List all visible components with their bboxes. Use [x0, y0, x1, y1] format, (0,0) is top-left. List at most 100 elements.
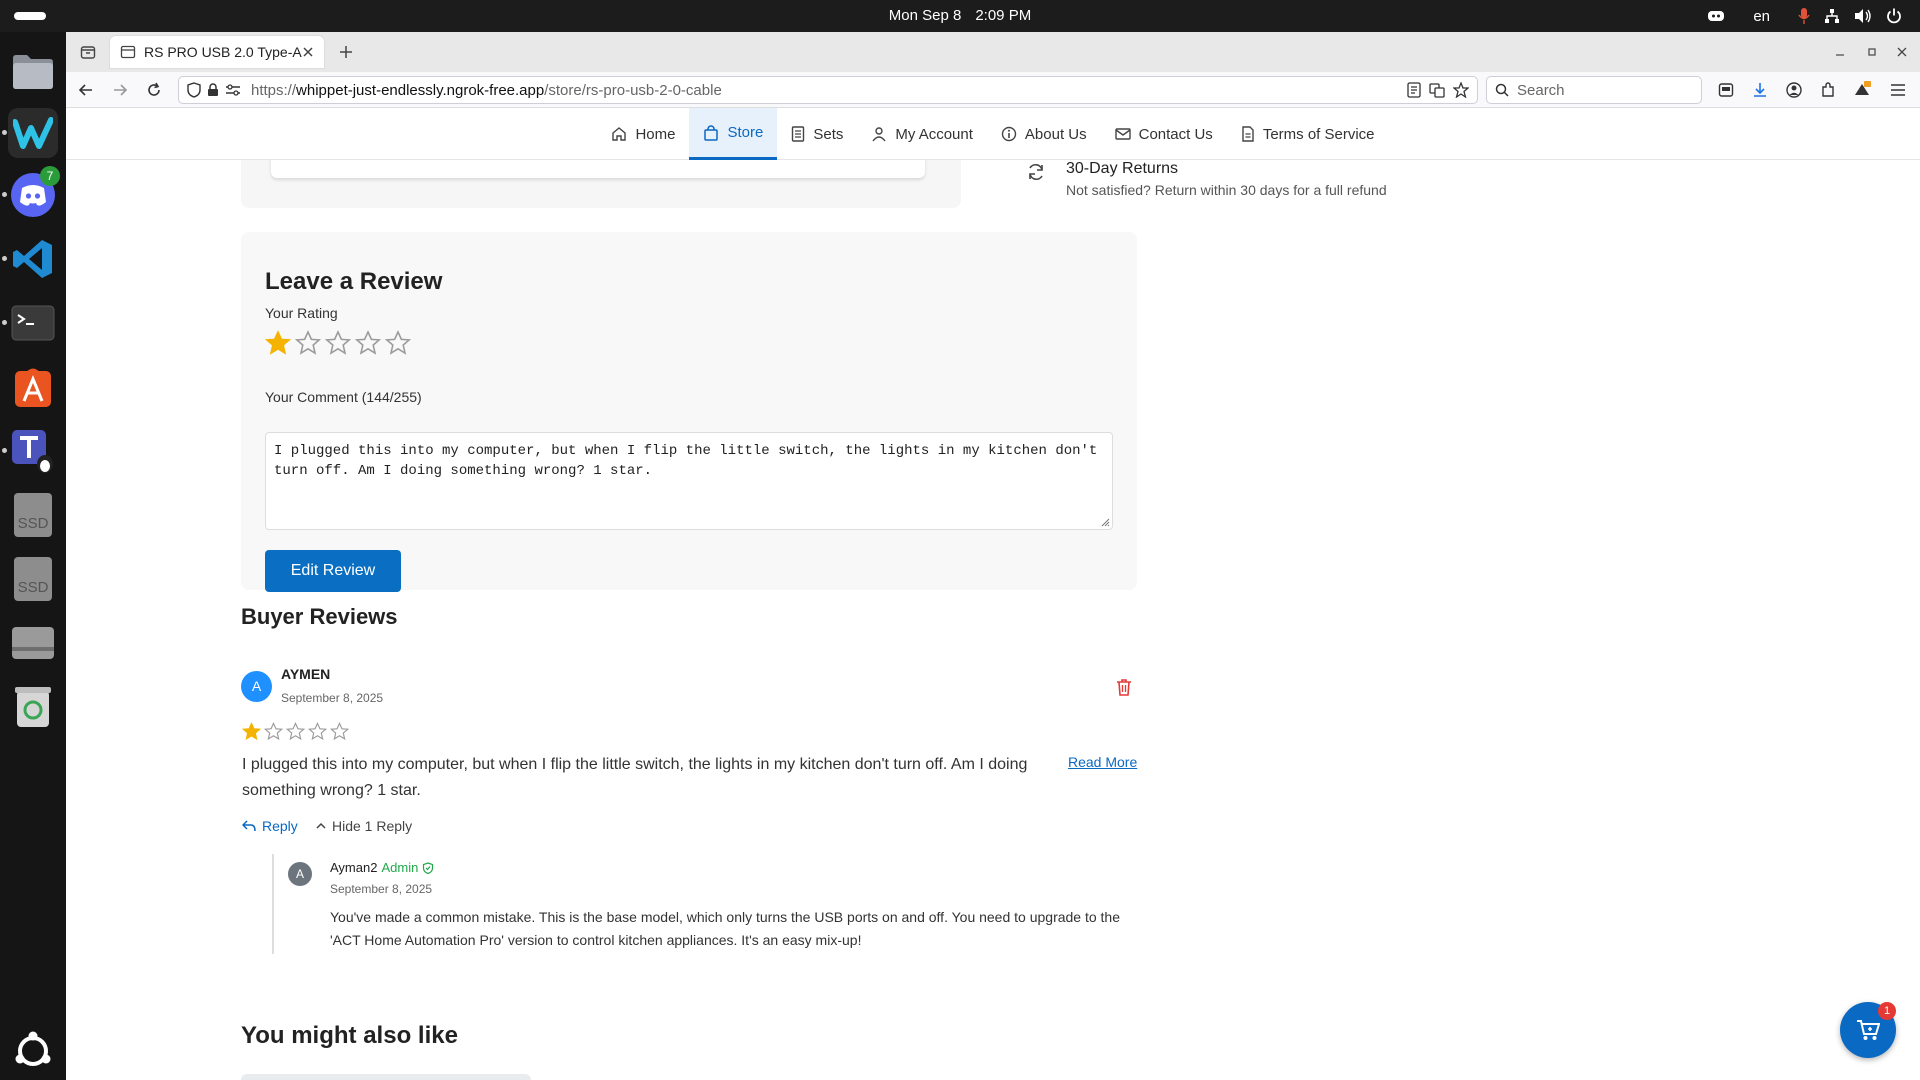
star-empty-icon[interactable] [355, 330, 381, 356]
nav-my-account[interactable]: My Account [857, 108, 987, 160]
reader-view-icon[interactable] [1407, 82, 1421, 98]
bookmark-star-icon[interactable] [1453, 82, 1469, 98]
new-tab-icon[interactable] [336, 42, 356, 62]
review-star-rating [242, 722, 349, 741]
edit-review-button[interactable]: Edit Review [265, 550, 401, 592]
system-clock[interactable]: Mon Sep 8 2:09 PM [0, 0, 1920, 32]
tracking-protection-icon[interactable] [187, 82, 201, 98]
reply-label: Reply [262, 818, 298, 834]
removable-drive-icon[interactable] [8, 618, 58, 668]
network-icon[interactable] [1824, 8, 1840, 24]
returns-title: 30-Day Returns [1066, 160, 1179, 177]
input-language-indicator[interactable]: en [1753, 8, 1770, 25]
discord-tray-icon[interactable] [1707, 9, 1725, 23]
files-app-icon[interactable] [8, 46, 58, 96]
url-path: /store/rs-pro-usb-2-0-cable [544, 81, 722, 99]
ssd-drive-icon[interactable]: SSD [8, 554, 58, 604]
document-list-icon [791, 126, 805, 142]
discord-notification-badge: 7 [40, 166, 60, 186]
page-favicon-icon [120, 44, 136, 60]
reply-author-avatar: A [288, 862, 312, 886]
lock-icon[interactable] [207, 83, 219, 97]
cart-button[interactable]: 1 [1840, 1002, 1896, 1058]
site-permissions-icon[interactable] [225, 83, 241, 97]
extensions-icon[interactable] [1818, 80, 1838, 100]
document-icon [1241, 126, 1255, 142]
buyer-reviews-heading: Buyer Reviews [241, 604, 398, 629]
nav-home-label: Home [635, 125, 676, 143]
nav-contact-us-label: Contact Us [1138, 125, 1213, 143]
minimize-window-icon[interactable] [1830, 42, 1850, 62]
star-filled-icon[interactable] [265, 330, 291, 356]
shopping-bag-icon [703, 124, 719, 141]
nav-contact-us[interactable]: Contact Us [1101, 108, 1227, 160]
windsurf-app-icon[interactable] [2, 108, 58, 158]
url-host: whippet-just-endlessly.ngrok-free.app [296, 81, 545, 99]
translate-icon[interactable] [1429, 82, 1445, 98]
app-center-icon[interactable] [8, 362, 58, 412]
account-icon[interactable] [1784, 80, 1804, 100]
hide-replies-toggle[interactable]: Hide 1 Reply [316, 818, 412, 834]
nav-my-account-label: My Account [895, 125, 973, 143]
terminal-app-icon[interactable] [2, 298, 58, 348]
nav-store[interactable]: Store [689, 108, 778, 160]
star-empty-icon [330, 722, 349, 741]
reply-author-name: Ayman2 [330, 860, 378, 875]
system-top-bar: Mon Sep 8 2:09 PM en [0, 0, 1920, 32]
nav-about-us-label: About Us [1024, 125, 1087, 143]
browser-menu-icon[interactable] [1888, 80, 1908, 100]
extension-badge-icon[interactable] [1852, 80, 1872, 100]
reply-button[interactable]: Reply [242, 818, 298, 834]
rating-label: Your Rating [265, 305, 338, 321]
reload-icon[interactable] [144, 80, 164, 100]
comment-label: Your Comment (144/255) [265, 389, 422, 405]
tab-overview-icon[interactable] [78, 42, 98, 62]
search-icon [1495, 83, 1509, 97]
user-icon [871, 126, 887, 142]
microphone-icon[interactable] [1798, 7, 1810, 25]
show-apps-icon[interactable] [8, 1026, 58, 1076]
verified-shield-icon [422, 861, 434, 874]
volume-icon[interactable] [1854, 8, 1872, 24]
teams-linux-app-icon[interactable] [2, 426, 58, 476]
discord-app-icon[interactable]: 7 [2, 166, 60, 220]
star-empty-icon [308, 722, 327, 741]
trash-icon[interactable] [8, 682, 58, 732]
address-bar[interactable]: https://whippet-just-endlessly.ngrok-fre… [178, 76, 1478, 104]
admin-role-label: Admin [381, 860, 419, 875]
chevron-up-icon [316, 822, 326, 830]
maximize-window-icon[interactable] [1862, 42, 1882, 62]
pocket-icon[interactable] [1716, 80, 1736, 100]
nav-home[interactable]: Home [597, 108, 689, 160]
close-tab-icon[interactable] [302, 46, 314, 58]
power-icon[interactable] [1886, 8, 1902, 24]
web-page-content: 30-Day Returns Not satisfied? Return wit… [66, 108, 1920, 1080]
hide-replies-label: Hide 1 Reply [332, 818, 413, 834]
resize-grip-icon[interactable] [1100, 517, 1110, 527]
comment-textarea[interactable]: I plugged this into my computer, but whe… [265, 432, 1113, 530]
star-empty-icon[interactable] [295, 330, 321, 356]
review-text: I plugged this into my computer, but whe… [242, 756, 1028, 799]
nav-about-us[interactable]: About Us [987, 108, 1101, 160]
downloads-icon[interactable] [1750, 80, 1770, 100]
ssd-drive-icon[interactable]: SSD [8, 490, 58, 540]
nav-terms-label: Terms of Service [1262, 125, 1375, 143]
clock-date: Mon Sep 8 [888, 7, 962, 24]
reply-date: September 8, 2025 [330, 882, 433, 896]
recommended-product-card[interactable] [241, 1074, 531, 1080]
nav-terms-of-service[interactable]: Terms of Service [1227, 108, 1389, 160]
back-icon[interactable] [76, 80, 96, 100]
star-empty-icon[interactable] [385, 330, 411, 356]
nav-store-label: Store [727, 124, 764, 141]
vscode-app-icon[interactable] [2, 234, 58, 284]
browser-search-input[interactable]: Search [1486, 76, 1702, 104]
close-window-icon[interactable] [1892, 42, 1912, 62]
reply-arrow-icon [242, 820, 256, 832]
ssd-label: SSD [17, 579, 49, 596]
delete-review-icon[interactable] [1116, 678, 1132, 696]
nav-sets[interactable]: Sets [777, 108, 857, 160]
forward-icon[interactable] [110, 80, 130, 100]
read-more-link[interactable]: Read More [1068, 754, 1137, 770]
browser-tab-active[interactable]: RS PRO USB 2.0 Type-A to [110, 36, 324, 68]
star-empty-icon[interactable] [325, 330, 351, 356]
